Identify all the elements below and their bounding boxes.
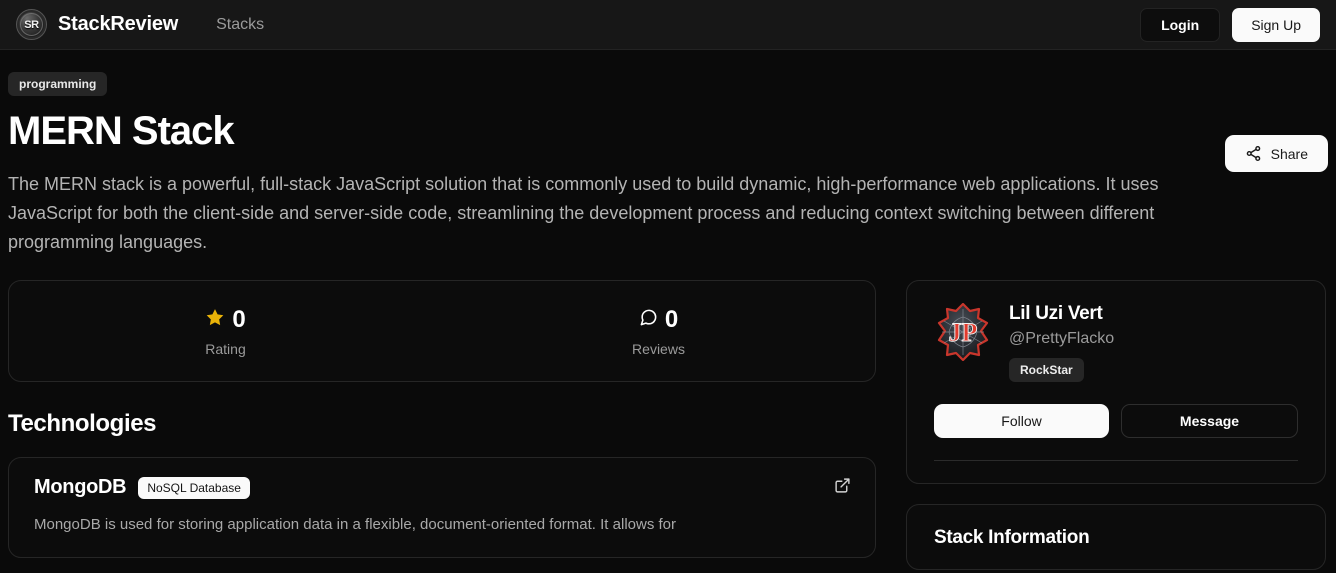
technology-name: MongoDB (34, 476, 127, 499)
follow-button[interactable]: Follow (934, 404, 1109, 439)
stat-reviews-value: 0 (664, 305, 679, 333)
star-icon (205, 307, 225, 332)
app-header: SR StackReview Stacks Login Sign Up (0, 0, 1336, 50)
page-description: The MERN stack is a powerful, full-stack… (8, 173, 1159, 253)
login-button[interactable]: Login (1140, 7, 1221, 42)
stat-reviews-label: Reviews (632, 340, 685, 357)
profile-divider (934, 460, 1298, 462)
share-button[interactable]: Share (1224, 135, 1328, 172)
message-button[interactable]: Message (1121, 404, 1298, 439)
author-profile-card: JP Lil Uzi Vert @PrettyFlacko RockStar F… (906, 280, 1326, 485)
stats-card: 0 Rating 0 Reviews (8, 280, 876, 383)
main-nav: Stacks (216, 16, 264, 34)
stackreview-logo-icon: SR (16, 9, 47, 40)
technology-header: MongoDB NoSQL Database (34, 476, 855, 499)
stat-reviews-value-row: 0 (442, 306, 875, 334)
content-columns: 0 Rating 0 Reviews Technologies MongoDB … (8, 280, 1328, 571)
stat-rating-value-row: 0 (9, 306, 442, 334)
logo-initials: SR (24, 18, 39, 31)
svg-text:JP: JP (949, 318, 978, 347)
header-actions: Login Sign Up (1140, 7, 1320, 42)
profile-actions: Follow Message (934, 404, 1298, 439)
stat-reviews: 0 Reviews (442, 306, 875, 357)
page-content: programming Share MERN Stack The MERN st… (0, 50, 1336, 571)
technology-badge: NoSQL Database (138, 476, 250, 499)
technology-description: MongoDB is used for storing application … (34, 516, 676, 534)
share-button-label: Share (1270, 145, 1308, 162)
profile-name: Lil Uzi Vert (1009, 303, 1103, 325)
avatar[interactable]: JP (934, 303, 992, 362)
profile-header: JP Lil Uzi Vert @PrettyFlacko RockStar (934, 301, 1298, 383)
profile-meta: Lil Uzi Vert @PrettyFlacko RockStar (1009, 301, 1115, 383)
main-column: 0 Rating 0 Reviews Technologies MongoDB … (8, 280, 876, 558)
stat-rating-value: 0 (232, 305, 246, 333)
profile-role-badge: RockStar (1009, 358, 1084, 383)
stack-information-title: Stack Information (934, 527, 1090, 549)
category-tag[interactable]: programming (8, 72, 108, 96)
signup-button[interactable]: Sign Up (1232, 7, 1320, 42)
technologies-heading: Technologies (8, 410, 157, 438)
external-link-icon[interactable] (834, 477, 851, 494)
technology-card-mongodb: MongoDB NoSQL Database MongoDB is used f… (8, 457, 876, 558)
page-title: MERN Stack (8, 109, 235, 153)
share-icon (1245, 145, 1262, 162)
profile-handle: @PrettyFlacko (1009, 330, 1115, 348)
side-column: JP Lil Uzi Vert @PrettyFlacko RockStar F… (906, 280, 1326, 571)
comment-icon (639, 308, 658, 332)
brand-name: StackReview (58, 13, 179, 35)
stat-rating: 0 Rating (9, 306, 442, 357)
nav-item-stacks[interactable]: Stacks (216, 16, 264, 34)
brand-logo-link[interactable]: SR StackReview (16, 9, 178, 40)
stat-rating-label: Rating (205, 340, 246, 357)
stack-information-card: Stack Information (906, 504, 1326, 571)
category-tag-row: programming (8, 72, 1328, 96)
